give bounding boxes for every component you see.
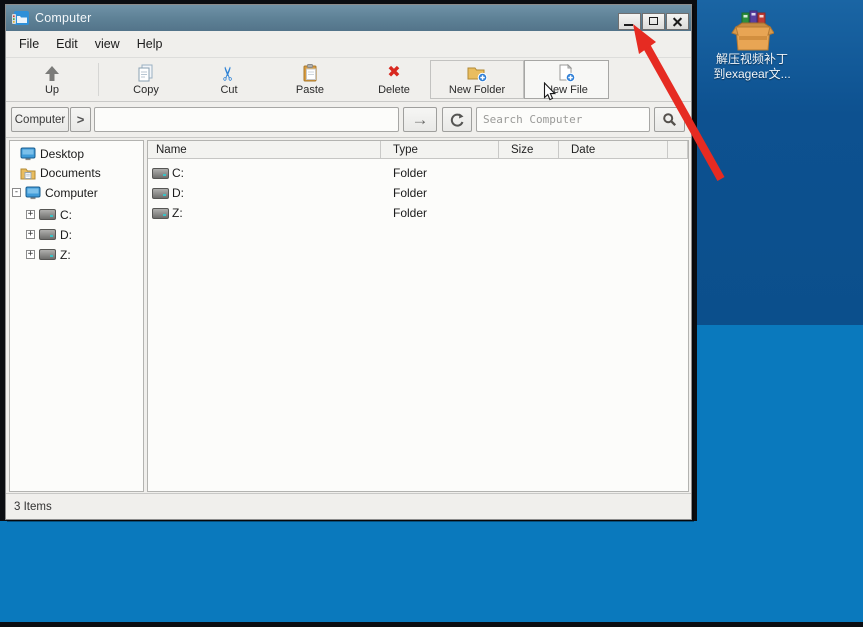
item-count: 3 Items [14, 501, 52, 513]
up-arrow-icon [43, 65, 61, 82]
file-manager-app-icon [12, 10, 29, 26]
drive-icon [152, 208, 169, 219]
expand-icon[interactable]: + [26, 210, 35, 219]
expand-icon[interactable]: + [26, 230, 35, 239]
path-input[interactable] [94, 107, 399, 132]
chevron-right-icon: > [77, 112, 85, 127]
go-button[interactable]: → [403, 107, 437, 132]
menu-file[interactable]: File [19, 37, 39, 51]
address-bar: Computer > → [6, 102, 691, 138]
refresh-button[interactable] [442, 107, 472, 132]
tree-item-drive-d[interactable]: + D: [10, 225, 143, 244]
cut-button[interactable]: ✂ Cut [192, 60, 266, 99]
winrar-archive-icon [730, 10, 774, 52]
menu-bar: File Edit view Help [6, 31, 691, 58]
file-list-panel: Name Type Size Date C: Folder D: Folder [147, 140, 689, 492]
up-button[interactable]: Up [14, 60, 90, 99]
documents-folder-icon [20, 166, 36, 180]
paste-button[interactable]: Paste [272, 60, 348, 99]
file-manager-window: Computer File Edit view Help Up [5, 4, 692, 520]
toolbar-separator [98, 63, 99, 96]
close-button[interactable] [666, 13, 689, 30]
file-row-drive-d[interactable]: D: Folder [148, 183, 688, 203]
desktop: 解压视频补丁 到exagear文... Computer File Edit [0, 0, 863, 627]
maximize-icon [649, 17, 658, 25]
desktop-shortcut-winrar-archive[interactable]: 解压视频补丁 到exagear文... [694, 10, 810, 82]
tree-item-computer[interactable]: - Computer [10, 183, 143, 202]
menu-view[interactable]: view [95, 37, 120, 51]
go-arrow-icon: → [412, 110, 429, 130]
delete-button[interactable]: ✖ Delete [356, 60, 432, 99]
wallpaper-bottom [0, 521, 697, 622]
refresh-icon [449, 112, 465, 128]
column-header-type[interactable]: Type [381, 141, 499, 158]
drive-icon [39, 249, 56, 260]
file-row-drive-c[interactable]: C: Folder [148, 163, 688, 183]
copy-button[interactable]: Copy [108, 60, 184, 99]
breadcrumb-chevron-button[interactable]: > [70, 107, 91, 132]
collapse-icon[interactable]: - [12, 188, 21, 197]
minimize-icon [624, 24, 633, 26]
new-file-icon [557, 64, 576, 82]
new-file-button[interactable]: New File [524, 60, 609, 99]
search-magnifier-icon [662, 112, 677, 127]
search-input[interactable] [476, 107, 650, 132]
status-bar: 3 Items [6, 493, 691, 519]
search-button[interactable] [654, 107, 685, 132]
wallpaper-light-band [697, 325, 863, 622]
title-bar[interactable]: Computer [6, 5, 691, 31]
delete-x-icon: ✖ [387, 64, 400, 82]
tree-item-drive-c[interactable]: + C: [10, 205, 143, 224]
shortcut-label-line1: 解压视频补丁 [694, 52, 810, 67]
scissors-icon: ✂ [219, 65, 238, 81]
computer-icon [25, 186, 41, 200]
column-header-size[interactable]: Size [499, 141, 559, 158]
new-folder-icon [467, 64, 488, 82]
minimize-button[interactable] [618, 13, 641, 30]
toolbar: Up Copy ✂ Cut [6, 58, 691, 102]
tree-item-desktop[interactable]: Desktop [10, 144, 143, 163]
menu-edit[interactable]: Edit [56, 37, 78, 51]
file-row-drive-z[interactable]: Z: Folder [148, 203, 688, 223]
list-header: Name Type Size Date [148, 141, 688, 159]
paste-icon [301, 64, 319, 82]
folder-tree-panel: Desktop Documents - Computer + [9, 140, 144, 492]
drive-icon [39, 229, 56, 240]
shortcut-label-line2: 到exagear文... [694, 67, 810, 82]
location-button[interactable]: Computer [11, 107, 69, 132]
copy-icon [137, 64, 155, 82]
expand-icon[interactable]: + [26, 250, 35, 259]
drive-icon [152, 188, 169, 199]
menu-help[interactable]: Help [137, 37, 163, 51]
tree-item-documents[interactable]: Documents [10, 163, 143, 182]
drive-icon [39, 209, 56, 220]
drive-icon [152, 168, 169, 179]
column-header-date[interactable]: Date [559, 141, 668, 158]
column-header-name[interactable]: Name [148, 141, 381, 158]
maximize-button[interactable] [642, 13, 665, 30]
window-title: Computer [35, 11, 91, 25]
new-folder-button[interactable]: New Folder [430, 60, 524, 99]
tree-item-drive-z[interactable]: + Z: [10, 245, 143, 264]
desktop-icon [20, 147, 36, 161]
